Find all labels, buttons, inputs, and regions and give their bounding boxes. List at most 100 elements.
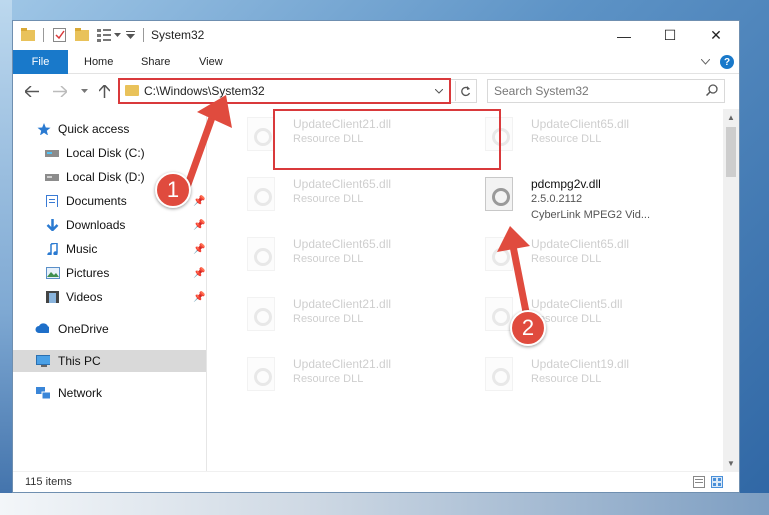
search-icon[interactable] [706, 84, 718, 96]
step-badge-2: 2 [510, 310, 546, 346]
tab-share[interactable]: Share [141, 50, 170, 74]
view-details-icon[interactable] [97, 28, 111, 42]
list-item-selected[interactable]: pdcmpg2v.dll 2.5.0.2112 CyberLink MPEG2 … [459, 169, 689, 229]
pin-icon[interactable]: 📌 [193, 244, 205, 255]
list-item[interactable]: UpdateClient65.dll Resource DLL [221, 169, 451, 221]
sidebar-item-downloads[interactable]: Downloads 📌 [13, 214, 206, 236]
scroll-up-icon[interactable]: ▲ [727, 113, 735, 122]
sidebar-item-label: OneDrive [58, 322, 109, 336]
sidebar-item-onedrive[interactable]: OneDrive [13, 318, 206, 340]
sidebar-item-label: Network [58, 386, 103, 400]
dll-file-icon [485, 297, 513, 331]
list-item[interactable]: UpdateClient65.dll Resource DLL [221, 229, 451, 281]
sidebar-item-label: Pictures [66, 266, 110, 280]
dll-file-icon [247, 357, 275, 391]
forward-arrow-icon[interactable] [53, 86, 67, 97]
sidebar-item-network[interactable]: Network [13, 382, 206, 404]
file-highlight-box [273, 109, 501, 170]
dll-file-icon [485, 177, 513, 211]
step-badge-1: 1 [155, 172, 191, 208]
tab-home[interactable]: Home [84, 50, 113, 74]
sidebar-item-local-disk-c[interactable]: Local Disk (C:) [13, 142, 206, 164]
address-bar-highlight [118, 78, 451, 104]
expand-ribbon-icon[interactable] [701, 59, 710, 65]
sidebar-item-music[interactable]: Music 📌 [13, 238, 206, 260]
download-icon [46, 219, 59, 231]
back-arrow-icon[interactable] [25, 86, 39, 97]
file-description: Resource DLL [531, 133, 602, 145]
drive-icon [45, 150, 59, 157]
refresh-button[interactable] [455, 81, 475, 101]
sidebar-item-label: This PC [58, 354, 101, 368]
file-description: Resource DLL [293, 373, 364, 385]
tab-view[interactable]: View [199, 50, 223, 74]
folder-icon [21, 28, 35, 41]
list-item[interactable]: UpdateClient19.dll Resource DLL [459, 349, 689, 401]
file-name: UpdateClient19.dll [531, 357, 630, 371]
sidebar-item-quick-access[interactable]: Quick access [13, 118, 206, 140]
file-name: UpdateClient21.dll [293, 297, 392, 311]
scroll-down-icon[interactable]: ▼ [727, 459, 735, 468]
ribbon-tabs: File Home Share View ? [13, 50, 739, 74]
help-icon[interactable]: ? [720, 55, 734, 69]
close-button[interactable]: ✕ [693, 21, 739, 50]
sidebar-item-videos[interactable]: Videos 📌 [13, 286, 206, 308]
dll-file-icon [485, 357, 513, 391]
file-description: Resource DLL [531, 373, 602, 385]
pictures-icon [46, 267, 60, 279]
up-arrow-icon[interactable] [99, 85, 110, 98]
file-name: UpdateClient21.dll [293, 357, 392, 371]
sidebar-item-this-pc[interactable]: This PC [13, 350, 206, 372]
file-description: Resource DLL [531, 253, 602, 265]
sidebar-item-pictures[interactable]: Pictures 📌 [13, 262, 206, 284]
item-count: 115 items [25, 476, 72, 488]
title-bar: System32 — ☐ ✕ [13, 21, 739, 50]
dll-file-icon [247, 237, 275, 271]
dll-file-icon [247, 117, 275, 151]
file-description: Resource DLL [293, 253, 364, 265]
vertical-scrollbar[interactable]: ▲ ▼ [723, 109, 739, 471]
music-icon [47, 243, 58, 255]
title-separator [143, 28, 144, 42]
maximize-button[interactable]: ☐ [647, 21, 693, 50]
customize-toolbar-icon[interactable] [126, 31, 135, 40]
minimize-button[interactable]: — [601, 21, 647, 50]
properties-icon[interactable] [53, 28, 66, 42]
search-input[interactable]: Search System32 [494, 84, 589, 98]
list-item[interactable]: UpdateClient65.dll Resource DLL [459, 229, 689, 281]
pin-icon[interactable]: 📌 [193, 292, 205, 303]
videos-icon [46, 291, 59, 303]
cloud-icon [35, 323, 49, 333]
dll-file-icon [247, 297, 275, 331]
list-item[interactable]: UpdateClient21.dll Resource DLL [221, 289, 451, 341]
list-item[interactable]: UpdateClient5.dll Resource DLL [459, 289, 689, 341]
pin-icon[interactable]: 📌 [193, 220, 205, 231]
new-folder-icon[interactable] [75, 28, 89, 41]
file-explorer-window: System32 — ☐ ✕ File Home Share View ? C:… [12, 20, 740, 493]
drive-icon [45, 174, 59, 181]
separator-icon [43, 28, 44, 42]
file-name: UpdateClient65.dll [293, 177, 392, 191]
search-box[interactable]: Search System32 [487, 79, 725, 103]
pin-icon[interactable]: 📌 [193, 196, 205, 207]
navigation-bar: C:\Windows\System32 Search System32 [13, 75, 739, 109]
sidebar-item-label: Local Disk (D:) [66, 170, 145, 184]
file-name: UpdateClient65.dll [293, 237, 392, 251]
file-description: Resource DLL [293, 193, 364, 205]
status-bar: 115 items [13, 471, 739, 492]
tab-file[interactable]: File [13, 50, 68, 74]
chevron-down-icon[interactable] [114, 33, 121, 38]
refresh-icon [461, 85, 471, 96]
scrollbar-thumb[interactable] [726, 127, 736, 177]
list-item[interactable]: UpdateClient21.dll Resource DLL [221, 349, 451, 401]
file-description: CyberLink MPEG2 Vid... [531, 209, 651, 221]
file-name: UpdateClient65.dll [531, 237, 630, 251]
recent-locations-icon[interactable] [81, 89, 88, 94]
view-toggle-icons[interactable] [693, 476, 727, 488]
file-description: Resource DLL [293, 313, 364, 325]
pane-divider[interactable] [206, 109, 207, 471]
pin-icon[interactable]: 📌 [193, 268, 205, 279]
network-icon [36, 387, 50, 399]
sidebar-item-label: Documents [66, 194, 127, 208]
dll-file-icon [485, 237, 513, 271]
